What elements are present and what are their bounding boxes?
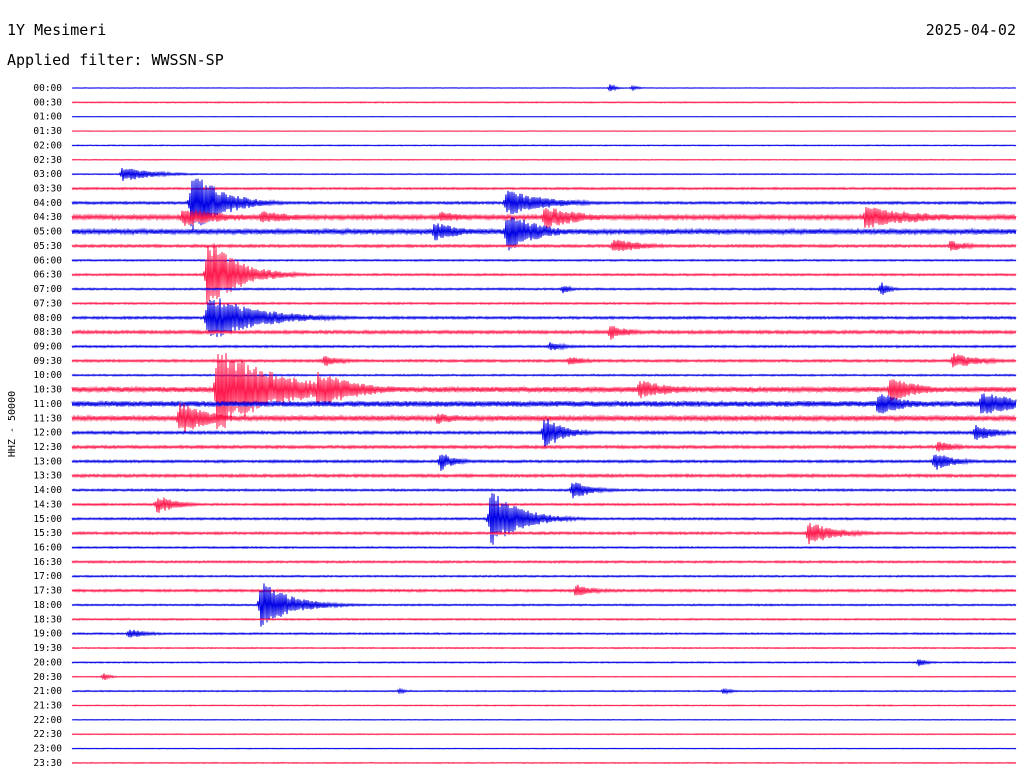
row-time-label: 18:00 — [33, 600, 62, 611]
seismic-trace — [71, 101, 1017, 104]
seismic-trace — [71, 178, 1017, 230]
seismic-trace — [71, 472, 1017, 479]
row-time-label: 06:00 — [33, 255, 62, 266]
row-time-label: 02:30 — [33, 155, 62, 166]
row-time-label: 22:00 — [33, 715, 62, 726]
seismic-trace — [71, 482, 1017, 499]
seismic-trace — [71, 84, 1017, 92]
row-time-label: 15:00 — [33, 514, 62, 525]
row-time-label: 09:30 — [33, 356, 62, 367]
row-time-label: 20:00 — [33, 657, 62, 668]
row-time-label: 12:00 — [33, 428, 62, 439]
row-time-label: 08:00 — [33, 313, 62, 324]
row-time-label: 01:30 — [33, 126, 62, 137]
seismic-trace — [71, 646, 1017, 650]
row-time-label: 22:30 — [33, 729, 62, 740]
y-axis-label: HHZ - 50000 — [7, 391, 18, 457]
row-time-label: 11:30 — [33, 413, 62, 424]
seismic-trace — [71, 342, 1017, 351]
row-time-label: 05:30 — [33, 241, 62, 252]
seismic-trace — [71, 574, 1017, 578]
row-time-label: 20:30 — [33, 672, 62, 683]
helicorder-chart: HHZ - 50000 00:00 00:30 01:00 01:30 02:00 02:3… — [7, 83, 1017, 769]
row-time-label: 21:00 — [33, 686, 62, 697]
row-time-label: 08:30 — [33, 327, 62, 338]
row-time-label: 19:30 — [33, 643, 62, 654]
seismic-trace — [71, 130, 1017, 132]
seismic-trace — [71, 584, 1017, 596]
row-time-label: 16:00 — [33, 543, 62, 554]
seismic-trace — [71, 747, 1017, 750]
row-time-label: 06:30 — [33, 270, 62, 281]
seismic-trace — [71, 673, 1017, 681]
row-time-label: 07:00 — [33, 284, 62, 295]
row-time-label: 17:30 — [33, 586, 62, 597]
row-time-label: 00:00 — [33, 83, 62, 94]
seismic-trace — [71, 158, 1017, 161]
seismic-trace — [71, 393, 1017, 414]
seismic-trace — [71, 243, 1017, 304]
seismic-trace — [71, 167, 1017, 181]
seismic-trace — [71, 545, 1017, 550]
seismic-trace — [71, 353, 1017, 368]
row-time-label: 07:30 — [33, 298, 62, 309]
row-time-label: 16:30 — [33, 557, 62, 568]
row-time-label: 14:30 — [33, 499, 62, 510]
row-time-label: 00:30 — [33, 97, 62, 108]
row-time-label: 10:00 — [33, 370, 62, 381]
seismic-trace — [71, 441, 1017, 452]
seismic-trace — [71, 617, 1017, 622]
seismic-trace — [71, 718, 1017, 721]
row-time-label: 23:00 — [33, 744, 62, 755]
seismic-trace — [71, 629, 1017, 638]
row-time-label: 21:30 — [33, 700, 62, 711]
row-time-label: 13:00 — [33, 456, 62, 467]
row-time-label: 23:30 — [33, 758, 62, 769]
seismic-trace — [71, 761, 1017, 765]
seismic-trace — [71, 144, 1017, 147]
row-time-label: 01:00 — [33, 112, 62, 123]
row-time-label: 05:00 — [33, 227, 62, 238]
seismic-trace — [71, 704, 1017, 707]
row-time-label: 14:00 — [33, 485, 62, 496]
row-time-label: 03:00 — [33, 169, 62, 180]
seismic-trace — [71, 497, 1017, 513]
seismic-trace — [71, 559, 1017, 565]
seismic-trace — [71, 373, 1017, 377]
row-time-label: 03:30 — [33, 184, 62, 195]
seismic-trace — [71, 493, 1017, 545]
row-time-label: 15:30 — [33, 528, 62, 539]
seismic-trace — [71, 659, 1017, 667]
row-time-label: 18:30 — [33, 614, 62, 625]
row-time-label: 04:00 — [33, 198, 62, 209]
row-time-label: 17:00 — [33, 571, 62, 582]
row-time-label: 11:00 — [33, 399, 62, 410]
seismic-trace — [71, 732, 1017, 736]
seismic-trace — [71, 687, 1017, 695]
row-time-label: 12:30 — [33, 442, 62, 453]
row-time-label: 02:00 — [33, 140, 62, 151]
row-time-label: 10:30 — [33, 385, 62, 396]
row-time-label: 09:00 — [33, 341, 62, 352]
row-time-label: 04:30 — [33, 212, 62, 223]
row-time-label: 19:00 — [33, 629, 62, 640]
row-time-label: 13:30 — [33, 471, 62, 482]
seismic-trace — [71, 454, 1017, 471]
seismic-trace — [71, 522, 1017, 545]
